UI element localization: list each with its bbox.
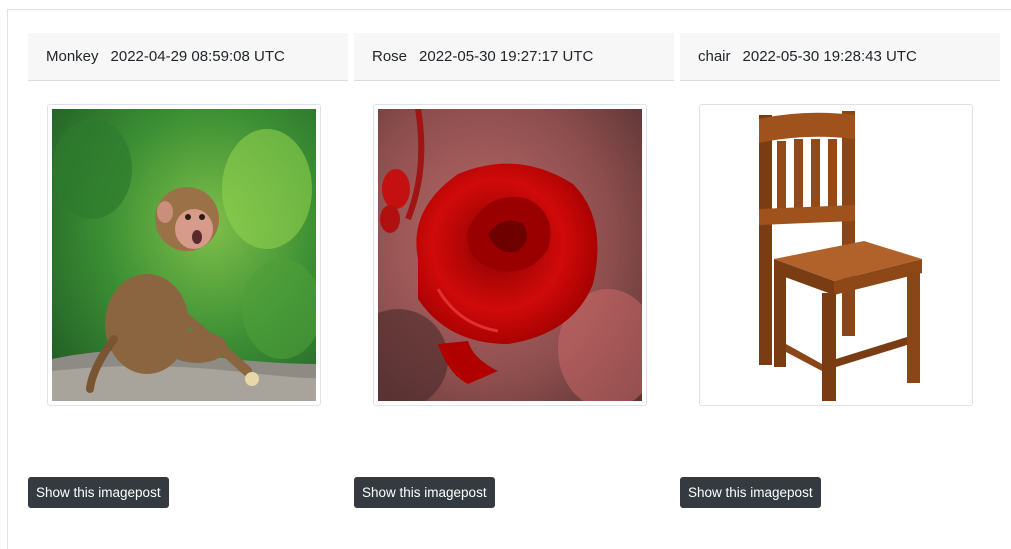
post-thumbnail[interactable] bbox=[699, 104, 973, 406]
post-timestamp: 2022-05-30 19:27:17 UTC bbox=[419, 48, 594, 65]
card-header: chair 2022-05-30 19:28:43 UTC bbox=[680, 33, 1000, 81]
post-name: Rose bbox=[372, 48, 408, 65]
monkey-image bbox=[52, 109, 316, 401]
card-header: Rose 2022-05-30 19:27:17 UTC bbox=[354, 33, 674, 81]
post-thumbnail[interactable] bbox=[47, 104, 321, 406]
post-timestamp: 2022-04-29 08:59:08 UTC bbox=[110, 48, 285, 65]
post-name: chair bbox=[698, 48, 731, 65]
post-timestamp: 2022-05-30 19:28:43 UTC bbox=[742, 48, 917, 65]
imagepost-card-chair: chair 2022-05-30 19:28:43 UTC Show this … bbox=[680, 33, 1000, 513]
post-thumbnail[interactable] bbox=[373, 104, 647, 406]
rose-image bbox=[378, 109, 642, 401]
show-imagepost-button[interactable]: Show this imagepost bbox=[680, 477, 821, 508]
post-name: Monkey bbox=[46, 48, 99, 65]
chair-image bbox=[704, 109, 968, 401]
card-header: Monkey 2022-04-29 08:59:08 UTC bbox=[28, 33, 348, 81]
show-imagepost-button[interactable]: Show this imagepost bbox=[354, 477, 495, 508]
show-imagepost-button[interactable]: Show this imagepost bbox=[28, 477, 169, 508]
imagepost-card-monkey: Monkey 2022-04-29 08:59:08 UTC Show this… bbox=[28, 33, 348, 513]
imagepost-card-rose: Rose 2022-05-30 19:27:17 UTC Show this i… bbox=[354, 33, 674, 513]
